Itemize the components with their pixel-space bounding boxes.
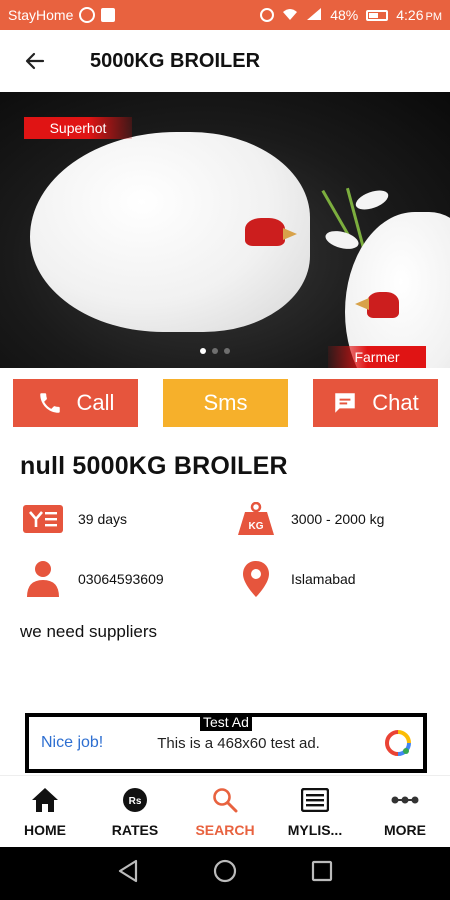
- status-bar: StayHome 48% 4:26 PM: [0, 0, 450, 30]
- phone-icon: [37, 390, 63, 416]
- info-row: 39 days KG 3000 - 2000 kg: [0, 501, 450, 541]
- weight-kg-icon: KG: [235, 501, 277, 537]
- age-value: 39 days: [78, 511, 128, 527]
- system-home-icon[interactable]: [213, 859, 237, 888]
- rupee-coin-icon: Rs: [121, 786, 149, 814]
- phone-value: 03064593609: [78, 571, 164, 587]
- hen-beak: [283, 228, 297, 240]
- page-title: 5000KG BROILER: [90, 49, 261, 72]
- ad-label: Test Ad: [200, 713, 252, 731]
- arrow-left-icon: [25, 52, 45, 70]
- flower-petal: [323, 227, 361, 253]
- call-label: Call: [76, 390, 115, 415]
- age-icon: [22, 501, 64, 537]
- listing-description: we need suppliers: [20, 622, 158, 641]
- info-row: 03064593609 Islamabad: [0, 561, 450, 601]
- nav-mylistings[interactable]: MYLIS...: [270, 776, 360, 847]
- ad-banner[interactable]: Test Ad Nice job! This is a 468x60 test …: [25, 713, 427, 773]
- system-back-icon[interactable]: [117, 859, 139, 888]
- hen-comb: [367, 292, 399, 318]
- nav-more-label: MORE: [384, 821, 426, 838]
- nav-search[interactable]: SEARCH: [180, 776, 270, 847]
- listing-title: null 5000KG BROILER: [20, 452, 288, 480]
- gallery-icon: [101, 8, 116, 22]
- weight-info: KG 3000 - 2000 kg: [235, 501, 384, 537]
- nav-rates[interactable]: Rs RATES: [90, 776, 180, 847]
- flower-petal: [353, 186, 391, 214]
- wifi-icon: [282, 7, 298, 24]
- system-navigation-bar: [0, 847, 450, 900]
- farmer-tag: Farmer: [328, 346, 426, 368]
- chat-bubble-icon: [332, 390, 358, 416]
- admob-logo-icon: [385, 730, 411, 756]
- alarm-icon: [260, 8, 275, 22]
- battery-percent: 48%: [330, 7, 359, 23]
- location-value: Islamabad: [291, 571, 356, 587]
- phone-info[interactable]: 03064593609: [22, 561, 164, 597]
- nav-home-label: HOME: [24, 821, 66, 838]
- carousel-dot[interactable]: [224, 348, 230, 354]
- location-info: Islamabad: [235, 561, 356, 597]
- ad-headline: Nice job!: [41, 734, 104, 751]
- listing-image-carousel[interactable]: Superhot Farmer: [0, 92, 450, 368]
- weight-value: 3000 - 2000 kg: [291, 511, 385, 527]
- whatsapp-icon: [79, 7, 96, 23]
- clock: 4:26 PM: [396, 7, 442, 23]
- nav-rates-label: RATES: [111, 821, 159, 838]
- home-icon: [31, 786, 59, 814]
- listings-icon: [301, 786, 329, 814]
- battery-icon: [366, 9, 389, 21]
- chat-button[interactable]: Chat: [313, 379, 438, 427]
- hen-comb: [245, 218, 285, 246]
- contact-actions: Call Sms Chat: [0, 379, 450, 429]
- nav-search-label: SEARCH: [195, 821, 255, 838]
- bottom-navigation: HOME Rs RATES SEARCH MYLIS... MORE: [0, 775, 450, 847]
- back-button[interactable]: [0, 30, 70, 92]
- nav-mylistings-label: MYLIS...: [287, 821, 343, 838]
- signal-icon: [306, 7, 322, 24]
- chat-label: Chat: [372, 390, 419, 415]
- search-icon: [211, 786, 239, 814]
- app-bar: 5000KG BROILER: [0, 30, 450, 92]
- nav-more[interactable]: MORE: [360, 776, 450, 847]
- svg-text:KG: KG: [249, 521, 264, 532]
- ad-body: This is a 468x60 test ad.: [157, 734, 320, 752]
- more-dots-icon: [391, 786, 419, 814]
- sms-button[interactable]: Sms: [163, 379, 288, 427]
- call-button[interactable]: Call: [13, 379, 138, 427]
- carousel-dot[interactable]: [200, 348, 206, 354]
- svg-text:Rs: Rs: [129, 796, 142, 807]
- person-icon: [22, 561, 64, 597]
- sms-label: Sms: [203, 390, 248, 415]
- carousel-indicator: [200, 348, 230, 354]
- nav-home[interactable]: HOME: [0, 776, 90, 847]
- age-info: 39 days: [22, 501, 127, 537]
- carrier-label: StayHome: [8, 7, 74, 23]
- location-pin-icon: [235, 561, 277, 597]
- hen-beak: [355, 298, 369, 310]
- carousel-dot[interactable]: [212, 348, 218, 354]
- superhot-tag: Superhot: [24, 117, 132, 139]
- system-recents-icon[interactable]: [311, 860, 333, 887]
